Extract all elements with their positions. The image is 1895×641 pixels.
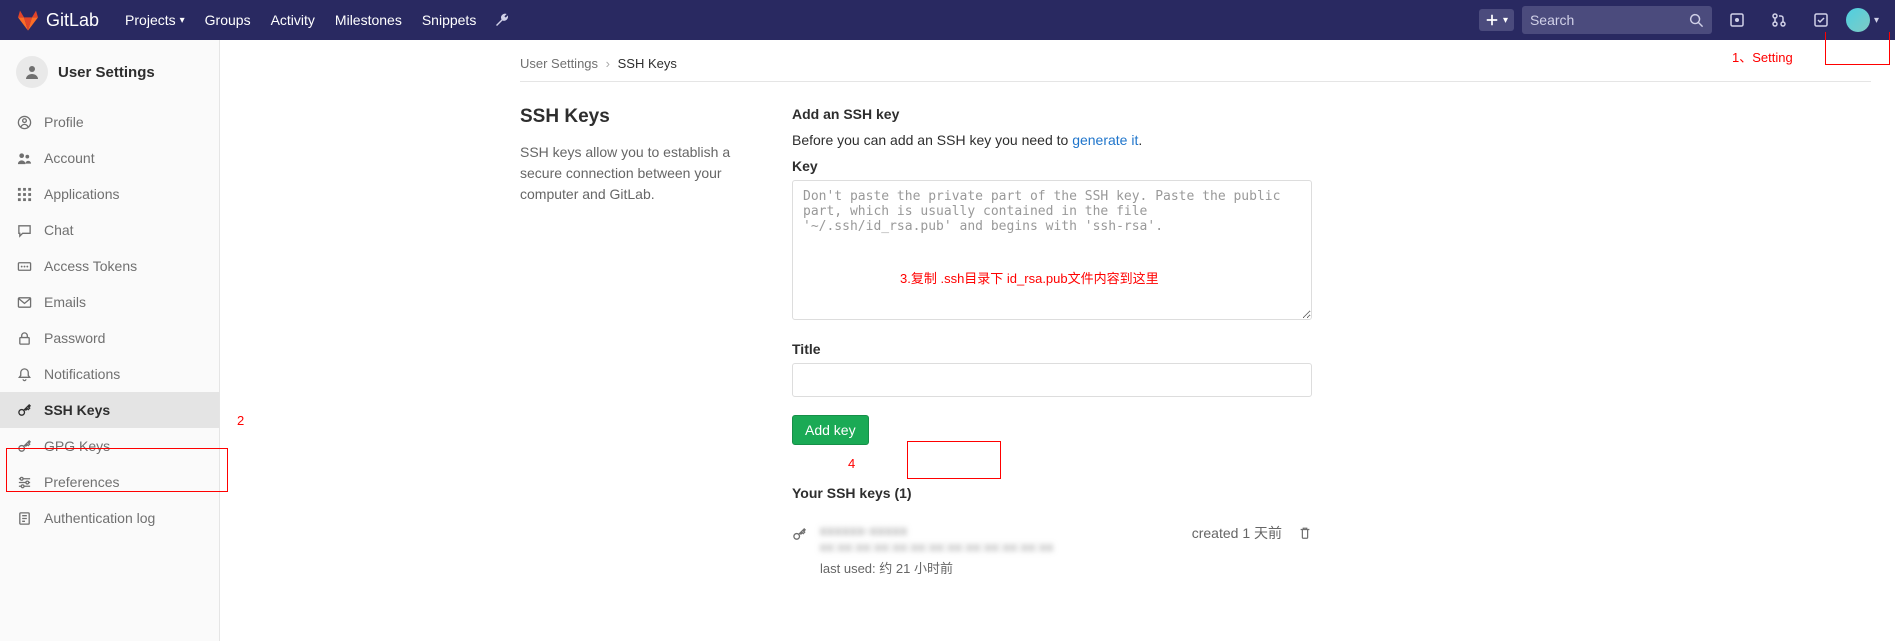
nav-snippets[interactable]: Snippets: [412, 0, 486, 40]
page-title: SSH Keys: [520, 106, 760, 128]
nav-groups[interactable]: Groups: [195, 0, 261, 40]
keys-section: Your SSH keys (1) xxxxxx-xxxxx xx:xx:xx:…: [792, 485, 1312, 583]
add-key-button[interactable]: Add key: [792, 415, 869, 445]
generate-link[interactable]: generate it: [1072, 132, 1138, 148]
preferences-icon: [16, 474, 32, 490]
chevron-down-icon: ▾: [1503, 15, 1508, 26]
section-intro: SSH Keys SSH keys allow you to establish…: [520, 106, 760, 583]
right-nav: ▾ ▾: [1479, 0, 1879, 40]
profile-icon: [16, 114, 32, 130]
plus-icon: [1485, 13, 1499, 27]
sidebar: User Settings Profile Account Applicatio…: [0, 40, 220, 641]
sidebar-item-notifications[interactable]: Notifications: [0, 356, 219, 392]
search-box[interactable]: [1522, 6, 1712, 34]
sidebar-item-auth-log[interactable]: Authentication log: [0, 500, 219, 536]
sidebar-item-profile[interactable]: Profile: [0, 104, 219, 140]
key-icon: [16, 438, 32, 454]
sidebar-item-emails[interactable]: Emails: [0, 284, 219, 320]
sidebar-item-access-tokens[interactable]: Access Tokens: [0, 248, 219, 284]
gitlab-logo-icon: [16, 8, 40, 32]
sidebar-title: User Settings: [58, 64, 155, 81]
sidebar-item-ssh-keys[interactable]: SSH Keys: [0, 392, 219, 428]
navbar: GitLab Projects▾ Groups Activity Milesto…: [0, 0, 1895, 40]
chevron-down-icon: ▾: [1874, 15, 1879, 26]
chevron-right-icon: ›: [606, 56, 610, 71]
nav-links: Projects▾ Groups Activity Milestones Sni…: [115, 0, 486, 40]
search-input[interactable]: [1530, 12, 1689, 28]
title-label: Title: [792, 341, 1312, 357]
crumb-current: SSH Keys: [618, 56, 677, 71]
sidebar-item-applications[interactable]: Applications: [0, 176, 219, 212]
key-label: Key: [792, 158, 1312, 174]
layout: User Settings Profile Account Applicatio…: [0, 40, 1895, 641]
key-created: created 1 天前: [1192, 523, 1282, 543]
content: User Settings › SSH Keys SSH Keys SSH ke…: [220, 40, 1895, 641]
bell-icon: [16, 366, 32, 382]
key-fingerprint-blurred: xx:xx:xx:xx:xx:xx:xx:xx:xx:xx:xx:xx:xx: [820, 540, 1192, 554]
log-icon: [16, 510, 32, 526]
user-menu[interactable]: ▾: [1846, 8, 1879, 32]
key-textarea[interactable]: [792, 180, 1312, 320]
form-col: Add an SSH key Before you can add an SSH…: [792, 106, 1312, 583]
keys-heading: Your SSH keys (1): [792, 485, 1312, 501]
form-heading: Add an SSH key: [792, 106, 1312, 122]
sidebar-item-account[interactable]: Account: [0, 140, 219, 176]
sidebar-item-gpg-keys[interactable]: GPG Keys: [0, 428, 219, 464]
delete-key-button[interactable]: [1298, 526, 1312, 540]
user-icon: [16, 56, 48, 88]
merge-requests-icon[interactable]: [1762, 0, 1796, 40]
sidebar-item-password[interactable]: Password: [0, 320, 219, 356]
breadcrumb: User Settings › SSH Keys: [520, 56, 1871, 71]
brand[interactable]: GitLab: [16, 8, 99, 32]
sidebar-header[interactable]: User Settings: [0, 48, 219, 96]
avatar: [1846, 8, 1870, 32]
form-hint: Before you can add an SSH key you need t…: [792, 132, 1312, 148]
issues-icon[interactable]: [1720, 0, 1754, 40]
search-icon: [1689, 13, 1704, 28]
account-icon: [16, 150, 32, 166]
page-desc: SSH keys allow you to establish a secure…: [520, 142, 760, 205]
crumb-root[interactable]: User Settings: [520, 56, 598, 71]
chat-icon: [16, 222, 32, 238]
admin-wrench-icon[interactable]: [494, 12, 510, 28]
sidebar-item-preferences[interactable]: Preferences: [0, 464, 219, 500]
brand-text: GitLab: [46, 10, 99, 31]
applications-icon: [16, 186, 32, 202]
nav-projects[interactable]: Projects▾: [115, 0, 195, 40]
divider: [520, 81, 1871, 82]
key-icon: [16, 402, 32, 418]
key-last-used: last used: 约 21 小时前: [820, 558, 1192, 577]
lock-icon: [16, 330, 32, 346]
ssh-key-row: xxxxxx-xxxxx xx:xx:xx:xx:xx:xx:xx:xx:xx:…: [792, 517, 1312, 583]
title-input[interactable]: [792, 363, 1312, 397]
nav-milestones[interactable]: Milestones: [325, 0, 412, 40]
nav-activity[interactable]: Activity: [261, 0, 325, 40]
todos-icon[interactable]: [1804, 0, 1838, 40]
key-icon: [792, 523, 820, 542]
key-title-blurred: xxxxxx-xxxxx: [820, 523, 1192, 538]
new-dropdown[interactable]: ▾: [1479, 9, 1514, 31]
token-icon: [16, 258, 32, 274]
chevron-down-icon: ▾: [180, 15, 185, 26]
email-icon: [16, 294, 32, 310]
sidebar-item-chat[interactable]: Chat: [0, 212, 219, 248]
